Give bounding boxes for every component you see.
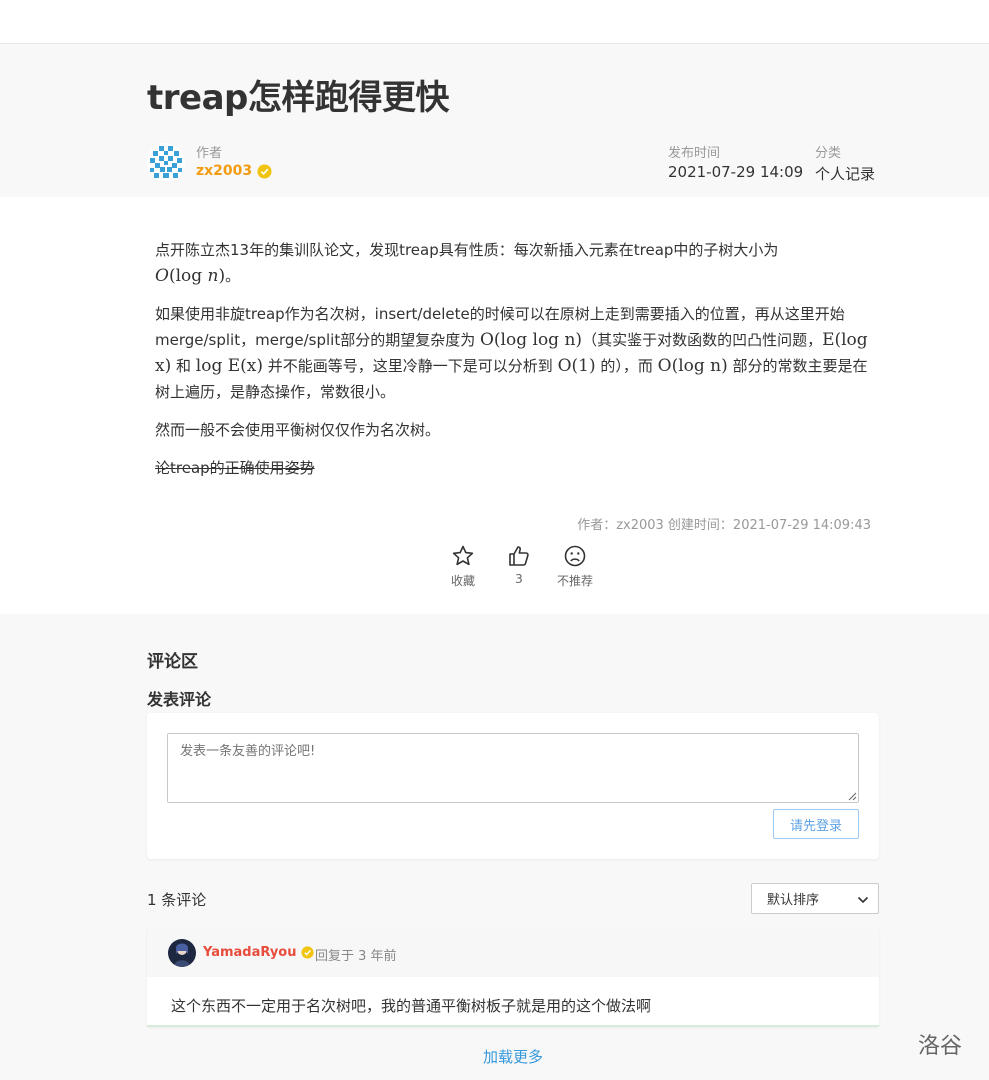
comment-user[interactable]: YamadaRyou: [203, 945, 315, 960]
math-formula: O(log log n): [479, 330, 583, 350]
comment-input[interactable]: [167, 733, 859, 803]
luogu-watermark: 洛谷: [918, 1034, 963, 1059]
article-actions: 收藏 3 不推荐: [435, 544, 603, 589]
resize-handle-icon[interactable]: [847, 791, 857, 801]
comment-count: 1 条评论: [147, 891, 207, 909]
publish-time: 2021-07-29 14:09: [668, 163, 804, 181]
post-comment-card: 请先登录: [147, 713, 879, 859]
load-more-link[interactable]: 加载更多: [0, 1046, 989, 1067]
sort-selected-label: 默认排序: [767, 893, 820, 908]
category-value[interactable]: 个人记录: [815, 163, 875, 184]
post-comment-title: 发表评论: [147, 690, 212, 709]
math-formula: O(log n): [155, 266, 226, 286]
comment-username[interactable]: YamadaRyou: [203, 945, 296, 960]
comment-text: 这个东西不一定用于名次树吧，我的普通平衡树板子就是用的这个做法啊: [171, 997, 652, 1015]
math-formula: log E(x): [195, 356, 264, 376]
article-meta-footer: 作者：zx2003 创建时间：2021-07-29 14:09:43: [577, 518, 871, 533]
math-formula: O(log n): [657, 356, 728, 376]
favorite-button[interactable]: 收藏: [435, 544, 491, 589]
like-button[interactable]: 3: [491, 544, 547, 589]
math-formula: O(1): [557, 356, 596, 376]
thumbs-up-icon: [509, 546, 529, 566]
comment-header: YamadaRyou 回复于 3 年前: [147, 929, 879, 977]
author-avatar[interactable]: [147, 143, 185, 181]
category-label: 分类: [815, 146, 842, 161]
article-content: 点开陈立杰13年的集训队论文，发现treap具有性质：每次新插入元素在treap…: [155, 237, 875, 493]
paragraph-3: 然而一般不会使用平衡树仅仅作为名次树。: [155, 421, 441, 439]
verified-badge-icon: [301, 946, 315, 959]
frown-face-icon: [564, 545, 586, 567]
comment-item: YamadaRyou 回复于 3 年前 这个东西不一定用于名次树吧，我的普通平衡…: [147, 929, 879, 1027]
author-label: 作者: [196, 146, 223, 161]
paragraph-2: 如果使用非旋treap作为名次树，insert/delete的时候可以在原树上走…: [155, 305, 868, 401]
comment-time: 回复于 3 年前: [315, 949, 397, 964]
top-nav-bar: [0, 0, 989, 44]
login-button[interactable]: 请先登录: [773, 809, 859, 839]
paragraph-1: 点开陈立杰13年的集训队论文，发现treap具有性质：每次新插入元素在treap…: [155, 241, 779, 286]
author-name-link[interactable]: zx2003: [196, 163, 272, 179]
article-title: treap怎样跑得更快: [147, 78, 449, 118]
publish-time-label: 发布时间: [668, 146, 721, 161]
dislike-button[interactable]: 不推荐: [547, 544, 603, 589]
user-avatar[interactable]: [168, 939, 196, 967]
paragraph-4-strikethrough: 论treap的正确使用姿势: [155, 459, 315, 477]
star-icon: [452, 545, 474, 566]
sort-select[interactable]: 默认排序: [751, 883, 879, 914]
chevron-down-icon: [857, 896, 869, 904]
author-name[interactable]: zx2003: [196, 163, 252, 179]
verified-badge-icon: [257, 163, 272, 179]
comment-section-title: 评论区: [147, 652, 198, 672]
